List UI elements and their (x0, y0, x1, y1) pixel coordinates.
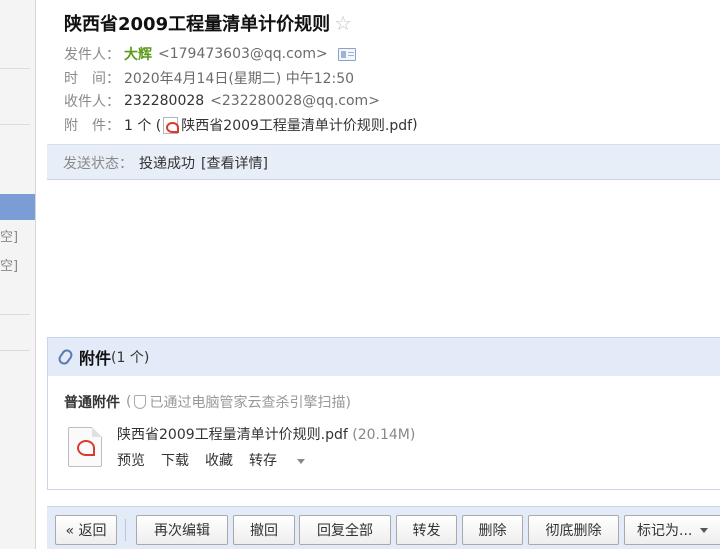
pdf-icon (163, 116, 180, 134)
sender-email[interactable]: <179473603@qq.com> (158, 46, 328, 62)
scan-prefix: ( (126, 394, 132, 410)
shield-icon (134, 395, 147, 409)
delete-permanently-button[interactable]: 彻底删除 (528, 515, 619, 545)
scan-text: 已通过电脑管家云查杀引擎扫描) (149, 395, 351, 411)
sender-name[interactable]: 大辉 (124, 44, 152, 64)
recipient-name[interactable]: 232280028 (124, 93, 204, 109)
attachment-file-size: (20.14M) (352, 427, 416, 443)
attachment-file-row: 陕西省2009工程量清单计价规则.pdf (20.14M) (117, 424, 415, 444)
download-link[interactable]: 下载 (161, 450, 189, 470)
recipient-label: 收件人： (64, 94, 120, 110)
delete-button[interactable]: 删除 (462, 515, 523, 545)
back-button[interactable]: « 返回 (55, 515, 117, 545)
time-row: 时 间： 2020年4月14日(星期二) 中午12:50 (64, 68, 354, 88)
sender-row: 发件人： 大辉 <179473603@qq.com> (64, 44, 356, 64)
sidebar-selected-item[interactable] (0, 194, 35, 220)
status-value: 投递成功 (139, 156, 195, 172)
sidebar-clear-link[interactable]: 清空] (0, 226, 35, 245)
normal-attachment-row: 普通附件 ( 已通过电脑管家云查杀引擎扫描) (64, 392, 351, 412)
chevron-down-icon (297, 458, 305, 464)
mark-as-label: 标记为... (637, 523, 693, 539)
re-edit-button[interactable]: 再次编辑 (136, 515, 228, 545)
bottom-toolbar: « 返回 再次编辑 撤回 回复全部 转发 删除 彻底删除 标记为... (47, 506, 720, 549)
recall-button[interactable]: 撤回 (233, 515, 295, 545)
preview-link[interactable]: 预览 (117, 450, 145, 470)
forward-button[interactable]: 转发 (396, 515, 457, 545)
left-sidebar: 清空] 清空] (0, 0, 36, 549)
attachment-close: ) (412, 117, 418, 133)
attachment-actions: 预览 下载 收藏 转存 (117, 450, 337, 470)
save-to-link[interactable]: 转存 (249, 450, 321, 470)
reply-all-button[interactable]: 回复全部 (299, 515, 391, 545)
contact-card-icon[interactable] (337, 47, 356, 61)
sidebar-divider (0, 314, 30, 315)
attachment-panel: 附件 (1 个) 普通附件 ( 已通过电脑管家云查杀引擎扫描) 陕西省2009工… (47, 337, 720, 490)
attachment-panel-title: 附件 (79, 349, 112, 368)
sidebar-clear-link[interactable]: 清空] (0, 255, 35, 274)
attachment-label: 附 件： (64, 118, 120, 134)
mail-header: 陕西省2009工程量清单计价规则 ☆ 发件人： 大辉 <179473603@qq… (47, 0, 720, 144)
attachment-count: 1 个 ( (124, 118, 162, 134)
sidebar-divider (0, 124, 30, 125)
toolbar-divider (125, 519, 126, 541)
send-status-row: 发送状态： 投递成功 [查看详情] (63, 153, 268, 173)
chevron-down-icon (700, 527, 709, 533)
attachment-panel-header: 附件 (1 个) (48, 338, 720, 376)
pdf-file-icon[interactable] (68, 427, 102, 467)
sidebar-divider (0, 350, 30, 351)
attachment-link[interactable]: 陕西省2009工程量清单计价规则.pdf (181, 115, 412, 135)
time-value: 2020年4月14日(星期二) 中午12:50 (124, 71, 355, 87)
recipient-email[interactable]: <232280028@qq.com> (210, 93, 380, 109)
sender-label: 发件人： (64, 47, 120, 63)
attachment-row: 附 件： 1 个 ( 陕西省2009工程量清单计价规则.pdf ) (64, 115, 418, 135)
recipient-row: 收件人： 232280028 <232280028@qq.com> (64, 91, 380, 111)
mail-subject: 陕西省2009工程量清单计价规则 ☆ (64, 10, 352, 36)
paperclip-icon (56, 347, 75, 367)
attachment-file-name[interactable]: 陕西省2009工程量清单计价规则.pdf (117, 427, 348, 443)
send-status-bar: 发送状态： 投递成功 [查看详情] (47, 144, 720, 180)
subject-text: 陕西省2009工程量清单计价规则 (64, 14, 331, 35)
time-label: 时 间： (64, 71, 120, 87)
status-details-link[interactable]: [查看详情] (201, 153, 268, 173)
mark-as-button[interactable]: 标记为... (624, 515, 720, 545)
normal-attachment-label: 普通附件 (64, 395, 120, 411)
save-to-label: 转存 (249, 453, 277, 469)
attachment-panel-body: 普通附件 ( 已通过电脑管家云查杀引擎扫描) 陕西省2009工程量清单计价规则.… (48, 376, 720, 489)
status-label: 发送状态： (63, 156, 133, 172)
sidebar-divider (0, 68, 30, 69)
star-icon[interactable]: ☆ (334, 11, 352, 35)
attachment-panel-count: (1 个) (111, 350, 150, 366)
favorite-link[interactable]: 收藏 (205, 450, 233, 470)
mail-view: 陕西省2009工程量清单计价规则 ☆ 发件人： 大辉 <179473603@qq… (47, 0, 720, 549)
